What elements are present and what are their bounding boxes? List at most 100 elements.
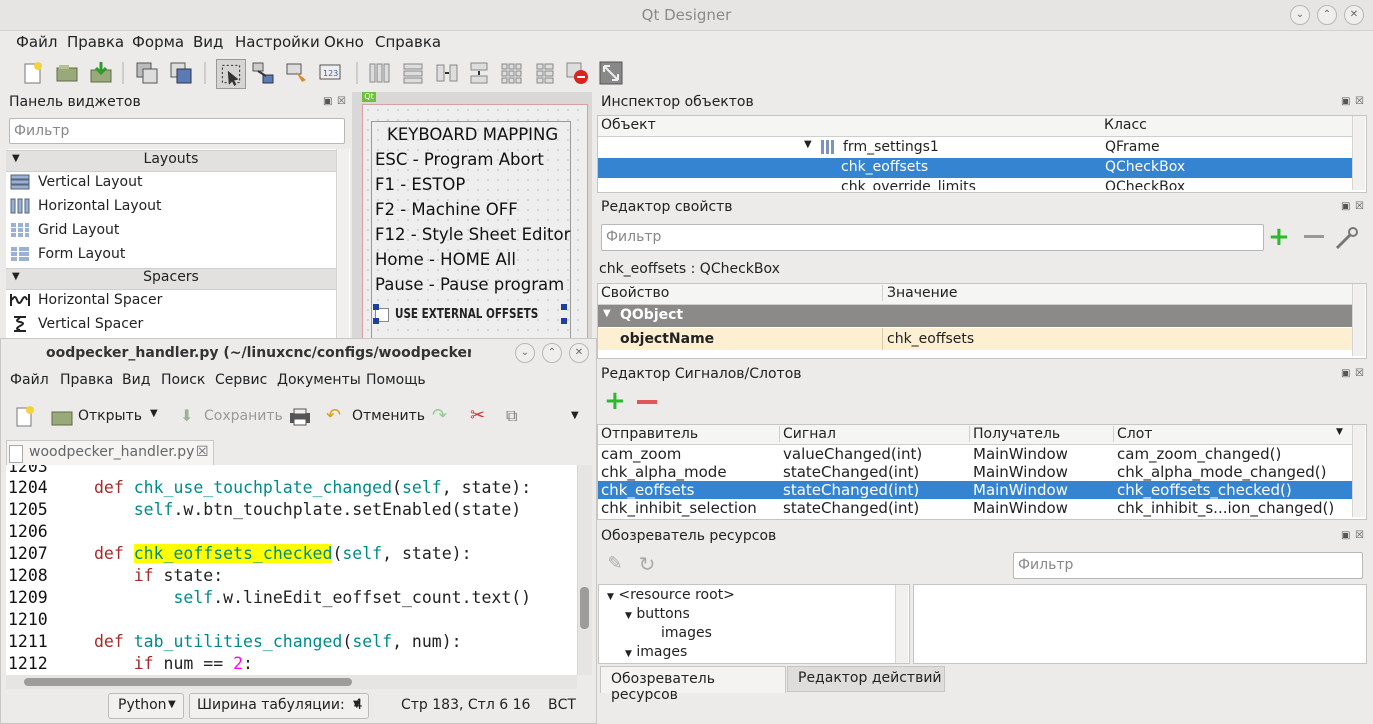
- remove-property-icon[interactable]: [1304, 235, 1324, 238]
- menu-view[interactable]: Вид: [193, 33, 223, 51]
- connection-scrollbar[interactable]: [1352, 425, 1365, 517]
- connection-row[interactable]: chk_alpha_mode stateChanged(int) MainWin…: [598, 463, 1352, 481]
- scroll-thumb[interactable]: [580, 587, 589, 629]
- reload-icon[interactable]: ↻: [636, 552, 658, 576]
- undo-label[interactable]: Отменить: [352, 408, 425, 424]
- edit-signals-icon[interactable]: [250, 60, 276, 86]
- dock-close-icon[interactable]: ☒: [337, 96, 346, 107]
- category-spacers[interactable]: ▼ Spacers: [6, 268, 336, 290]
- selection-handle[interactable]: [373, 318, 379, 324]
- expand-arrow-icon[interactable]: ▼: [804, 139, 812, 150]
- send-back-icon[interactable]: [168, 60, 194, 86]
- layout-form-icon[interactable]: [532, 60, 558, 86]
- gedit-menu-tools[interactable]: Сервис: [215, 372, 267, 388]
- property-filter-input[interactable]: Фильтр: [601, 224, 1264, 251]
- dock-float-icon[interactable]: ▣: [1341, 96, 1350, 107]
- property-value[interactable]: chk_eoffsets: [887, 331, 974, 347]
- widget-scrollbar[interactable]: [336, 149, 349, 339]
- open-label[interactable]: Открыть: [78, 408, 142, 424]
- property-row[interactable]: objectName chk_eoffsets: [598, 328, 1352, 350]
- layout-horizontal-icon[interactable]: [366, 60, 392, 86]
- add-connection-icon[interactable]: +: [604, 388, 626, 414]
- column-slot[interactable]: Слот: [1113, 426, 1152, 442]
- connection-row[interactable]: cam_zoom valueChanged(int) MainWindow ca…: [598, 445, 1352, 463]
- connection-row-selected[interactable]: chk_eoffsets stateChanged(int) MainWindo…: [598, 481, 1352, 499]
- dock-float-icon[interactable]: ▣: [1341, 530, 1350, 541]
- overflow-menu-icon[interactable]: ▼: [571, 410, 579, 421]
- open-form-icon[interactable]: [54, 60, 80, 86]
- close-icon[interactable]: ✕: [1344, 5, 1364, 25]
- layout-splitter-v-icon[interactable]: [466, 60, 492, 86]
- object-row[interactable]: ▼ frm_settings1 QFrame: [598, 138, 1352, 158]
- save-form-icon[interactable]: [88, 60, 114, 86]
- column-value[interactable]: Значение: [882, 285, 957, 301]
- layout-splitter-h-icon[interactable]: [434, 60, 460, 86]
- dock-float-icon[interactable]: ▣: [1341, 201, 1350, 212]
- column-sender[interactable]: Отправитель: [601, 426, 698, 442]
- gedit-menu-documents[interactable]: Документы: [277, 372, 361, 388]
- resource-tree-scrollbar[interactable]: [895, 585, 908, 663]
- configure-icon[interactable]: [1334, 226, 1360, 250]
- document-tab[interactable]: woodpecker_handler.py ☒: [6, 440, 214, 465]
- form-canvas[interactable]: KEYBOARD MAPPING ESC - Program Abort F1 …: [362, 104, 588, 343]
- selection-handle[interactable]: [373, 304, 379, 310]
- selection-handle[interactable]: [561, 318, 567, 324]
- copy-icon[interactable]: ⧉: [506, 406, 517, 426]
- new-document-icon[interactable]: [13, 405, 37, 429]
- widget-vertical-layout[interactable]: Vertical Layout: [10, 171, 142, 193]
- resource-filter-input[interactable]: Фильтр: [1013, 552, 1363, 579]
- code-vscrollbar[interactable]: [577, 465, 592, 675]
- layout-grid-icon[interactable]: [498, 60, 524, 86]
- property-scrollbar[interactable]: [1352, 284, 1365, 356]
- gedit-menu-file[interactable]: Файл: [10, 372, 49, 388]
- tree-node[interactable]: images: [661, 625, 712, 641]
- close-icon[interactable]: ✕: [569, 343, 589, 363]
- menu-form[interactable]: Форма: [132, 33, 184, 51]
- maximize-icon[interactable]: ⌃: [1317, 5, 1337, 25]
- tab-close-icon[interactable]: ☒: [196, 444, 209, 460]
- cut-icon[interactable]: ✂: [470, 405, 485, 426]
- edit-buddies-icon[interactable]: [284, 60, 310, 86]
- property-group-row[interactable]: ▼ QObject: [598, 305, 1352, 327]
- menu-settings[interactable]: Настройки: [235, 33, 320, 51]
- dock-float-icon[interactable]: ▣: [323, 96, 332, 107]
- menu-edit[interactable]: Правка: [67, 33, 124, 51]
- dock-close-icon[interactable]: ☒: [1355, 201, 1364, 212]
- gedit-menu-search[interactable]: Поиск: [161, 372, 205, 388]
- edit-tab-order-icon[interactable]: 123: [318, 60, 344, 86]
- new-form-icon[interactable]: [20, 60, 46, 86]
- adjust-size-icon[interactable]: [598, 60, 624, 86]
- maximize-icon[interactable]: ⌃: [542, 343, 562, 363]
- language-select[interactable]: Python ▼: [108, 693, 184, 719]
- column-signal[interactable]: Сигнал: [779, 426, 836, 442]
- tree-node[interactable]: ▼ <resource root>: [607, 587, 735, 603]
- widget-horizontal-spacer[interactable]: Horizontal Spacer: [10, 289, 162, 311]
- object-row-selected[interactable]: chk_eoffsets QCheckBox: [598, 158, 1352, 178]
- object-tree-scrollbar[interactable]: [1352, 116, 1365, 190]
- dock-float-icon[interactable]: ▣: [1341, 368, 1350, 379]
- remove-connection-icon[interactable]: [637, 400, 657, 404]
- gedit-menu-edit[interactable]: Правка: [60, 372, 113, 388]
- tab-resource-browser[interactable]: Обозреватель ресурсов: [600, 666, 786, 703]
- gedit-menu-view[interactable]: Вид: [122, 372, 150, 388]
- widget-grid-layout[interactable]: Grid Layout: [10, 219, 119, 241]
- bring-forward-icon[interactable]: [134, 60, 160, 86]
- code-editor[interactable]: 1203 1204 1205 1206 1207 1208 1209 1210 …: [6, 465, 577, 675]
- add-property-icon[interactable]: +: [1268, 224, 1290, 250]
- widget-filter-input[interactable]: Фильтр: [9, 118, 345, 144]
- print-icon[interactable]: [288, 407, 312, 427]
- code-hscrollbar[interactable]: [6, 675, 577, 689]
- minimize-icon[interactable]: ⌄: [1290, 5, 1310, 25]
- dock-close-icon[interactable]: ☒: [1355, 96, 1364, 107]
- widget-vertical-spacer[interactable]: Vertical Spacer: [10, 313, 143, 335]
- break-layout-icon[interactable]: [564, 60, 590, 86]
- scroll-thumb[interactable]: [24, 678, 352, 686]
- layout-vertical-icon[interactable]: [400, 60, 426, 86]
- edit-widgets-icon[interactable]: [216, 59, 246, 89]
- tree-node[interactable]: ▼ buttons: [625, 606, 690, 622]
- dock-close-icon[interactable]: ☒: [1355, 368, 1364, 379]
- undo-icon[interactable]: ↶: [326, 405, 341, 426]
- column-class[interactable]: Класс: [1104, 117, 1147, 133]
- column-object[interactable]: Объект: [601, 117, 656, 133]
- column-property[interactable]: Свойство: [601, 285, 669, 301]
